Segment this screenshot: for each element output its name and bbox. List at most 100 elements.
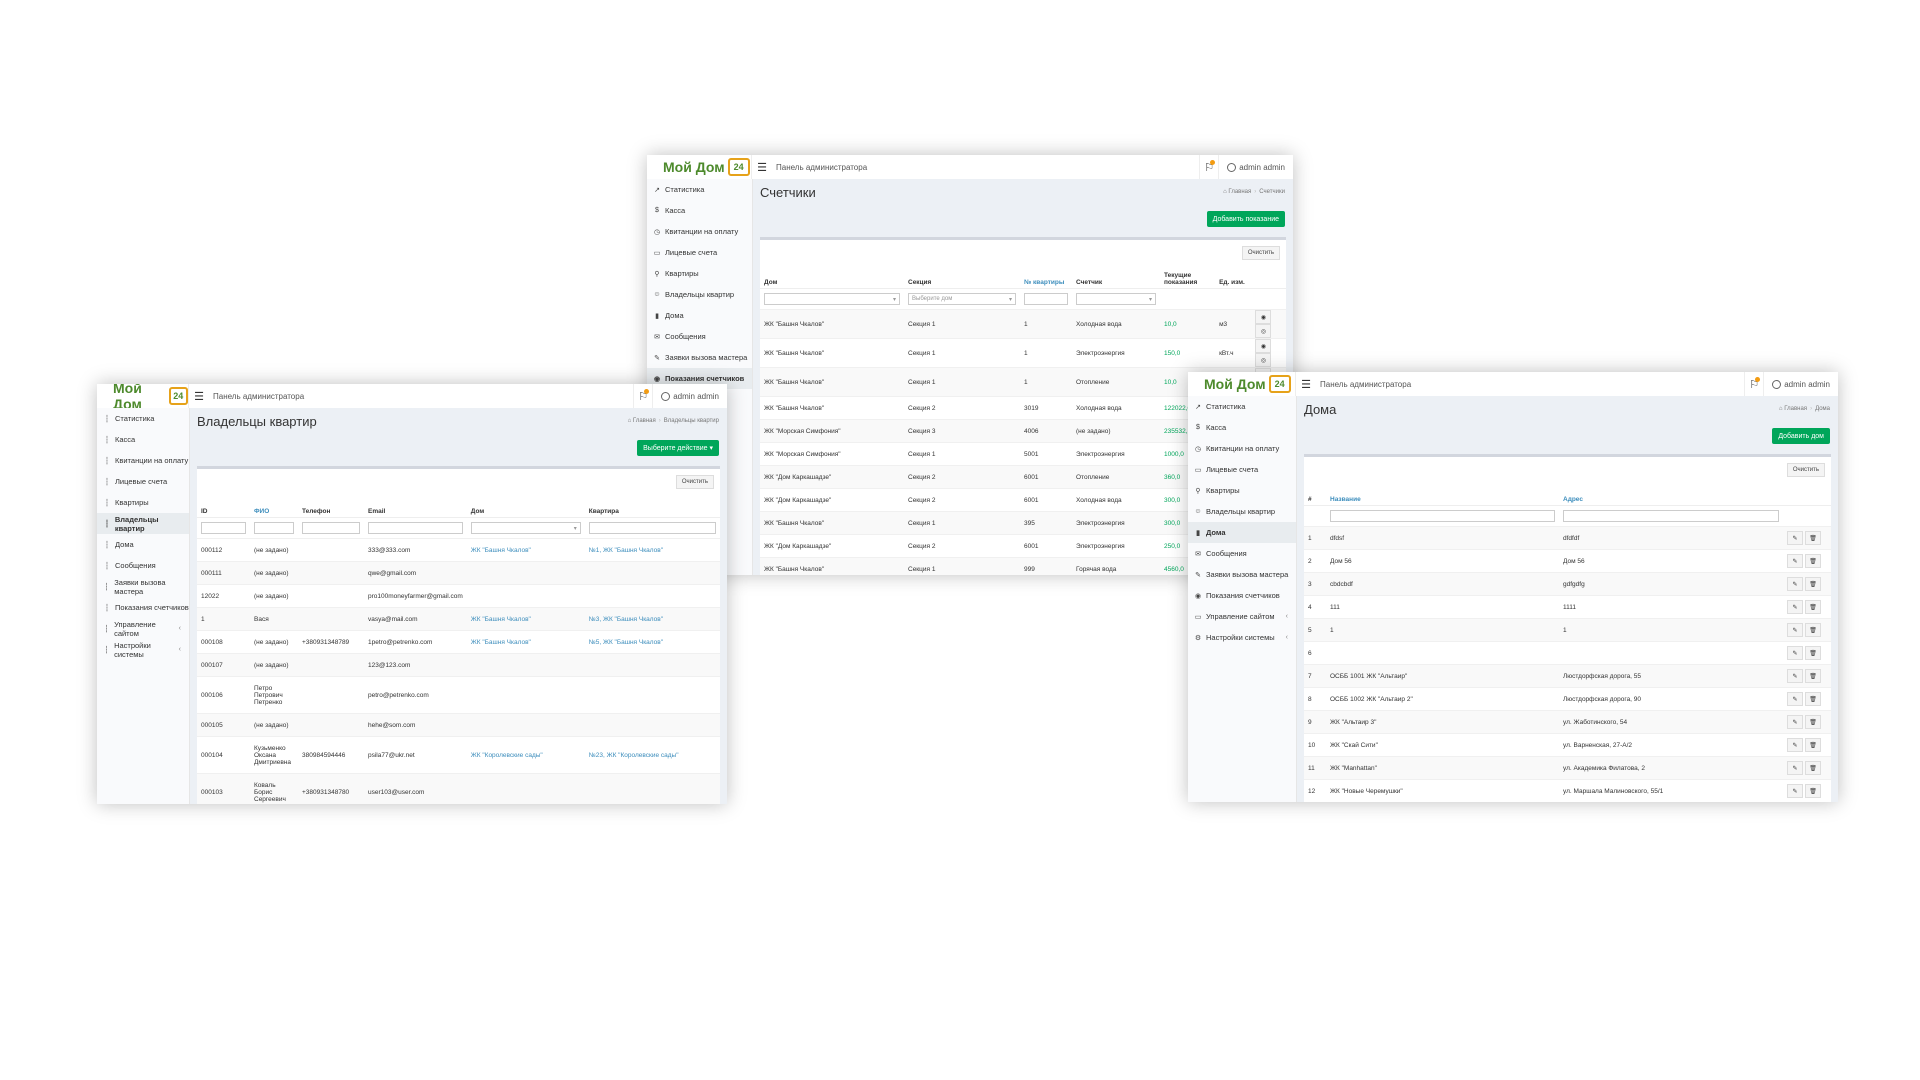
trash-icon[interactable]: 🗑 [1805, 715, 1821, 729]
sidebar-item[interactable]: ┆ Статистика [97, 408, 189, 429]
menu-toggle-icon[interactable]: ☰ [189, 390, 209, 403]
table-cell[interactable] [466, 561, 585, 585]
sidebar-item[interactable]: ◷ Квитанции на оплату [647, 221, 752, 242]
menu-toggle-icon[interactable]: ☰ [1296, 378, 1316, 391]
name-filter[interactable] [254, 522, 294, 534]
view-icon[interactable]: ◎ [1255, 324, 1272, 338]
edit-icon[interactable]: ✎ [1787, 577, 1803, 591]
sidebar-item[interactable]: ✉ Сообщения [647, 326, 752, 347]
table-row[interactable]: 6 ✎ 🗑 [1304, 641, 1831, 665]
table-row[interactable]: 000108 (не задано) +380931348789 1petro@pet… [197, 630, 720, 654]
table-row[interactable]: 000112 (не задано) 333@333.com ЖК "Башня Чк… [197, 538, 720, 562]
sidebar-item[interactable]: ◉ Показания счетчиков [1188, 585, 1296, 606]
trash-icon[interactable]: 🗑 [1805, 669, 1821, 683]
view-icon[interactable]: ◎ [1255, 353, 1272, 367]
table-row[interactable]: 000107 (не задано) 123@123.com [197, 653, 720, 677]
column-header[interactable]: Текущие показания [1160, 264, 1216, 289]
sidebar-item[interactable]: ✎ Заявки вызова мастера [647, 347, 752, 368]
table-row[interactable]: 5 1 1 ✎ 🗑 [1304, 618, 1831, 642]
table-cell[interactable] [584, 653, 720, 677]
trash-icon[interactable]: 🗑 [1805, 692, 1821, 706]
table-cell[interactable]: ЖК "Башня Чкалов" [466, 607, 585, 631]
table-row[interactable]: 000105 (не задано) hehe@som.com [197, 713, 720, 737]
section-filter[interactable]: Выберите дом ▾ [908, 293, 1016, 305]
sidebar-item[interactable]: ▮ Дома [647, 305, 752, 326]
sidebar-item[interactable]: ↗ Статистика [1188, 396, 1296, 417]
sidebar-item[interactable]: ┆ Квитанции на оплату [97, 450, 189, 471]
notifications-icon[interactable]: ⚐ [1744, 372, 1763, 396]
add-house-button[interactable]: Добавить дом [1772, 428, 1830, 444]
table-cell[interactable] [584, 713, 720, 737]
sidebar-item[interactable]: ▭ Управление сайтом ‹ [1188, 606, 1296, 627]
sidebar-item[interactable]: $ Касса [647, 200, 752, 221]
table-row[interactable]: 4 111 1111 ✎ 🗑 [1304, 595, 1831, 619]
notifications-icon[interactable]: ⚐ [1199, 155, 1218, 179]
house-filter[interactable]: ▾ [764, 293, 900, 305]
sidebar-item[interactable]: ┆ Владельцы квартир [97, 513, 189, 534]
table-row[interactable]: 1 Вася vasya@mail.com ЖК "Башня Чкалов" №3, … [197, 607, 720, 631]
edit-icon[interactable]: ✎ [1787, 623, 1803, 637]
table-row[interactable]: 000106 Петро Петрович Петренко petro@petre… [197, 676, 720, 714]
sidebar-item[interactable]: ◷ Квитанции на оплату [1188, 438, 1296, 459]
notifications-icon[interactable]: ⚐ [633, 384, 652, 408]
column-header[interactable]: Email [364, 493, 467, 518]
edit-icon[interactable]: ✎ [1787, 554, 1803, 568]
column-header[interactable]: ID [197, 493, 250, 518]
apartment-filter[interactable] [588, 522, 716, 534]
table-row[interactable]: 10 ЖК "Скай Сити" ул. Варненская, 27-А/2 ✎ 🗑 [1304, 733, 1831, 757]
trash-icon[interactable]: 🗑 [1805, 577, 1821, 591]
sidebar-item[interactable]: ┆ Настройки системы ‹ [97, 639, 189, 660]
table-cell[interactable] [466, 584, 585, 608]
edit-icon[interactable]: ✎ [1787, 531, 1803, 545]
column-header[interactable]: № квартиры [1020, 264, 1072, 289]
house-filter[interactable]: ▾ [470, 522, 581, 534]
table-cell[interactable] [466, 713, 585, 737]
sidebar-item[interactable]: ┆ Показания счетчиков [97, 597, 189, 618]
column-header[interactable]: Название [1326, 481, 1559, 506]
column-header[interactable]: Секция [904, 264, 1020, 289]
table-row[interactable]: 7 ОСББ 1001 ЖК "Альтаир" Люстдорфская доро… [1304, 664, 1831, 688]
clear-filters-button[interactable]: Очистить [1241, 246, 1280, 260]
name-filter[interactable] [1330, 510, 1555, 522]
sidebar-item[interactable]: ⚙ Настройки системы ‹ [1188, 627, 1296, 648]
sidebar-item[interactable]: ┆ Касса [97, 429, 189, 450]
sidebar-item[interactable]: ⚲ Квартиры [1188, 480, 1296, 501]
add-reading-button[interactable]: Добавить показание [1206, 211, 1285, 227]
edit-icon[interactable]: ✎ [1787, 600, 1803, 614]
meter-icon[interactable]: ◉ [1255, 310, 1272, 324]
edit-icon[interactable]: ✎ [1787, 646, 1803, 660]
edit-icon[interactable]: ✎ [1787, 715, 1803, 729]
table-cell[interactable]: №3, ЖК "Башня Чкалов" [584, 607, 720, 631]
column-header[interactable]: Счетчик [1072, 264, 1160, 289]
table-row[interactable]: 9 ЖК "Альтаир 3" ул. Жаботинского, 54 ✎ 🗑 [1304, 710, 1831, 734]
trash-icon[interactable]: 🗑 [1805, 623, 1821, 637]
trash-icon[interactable]: 🗑 [1805, 531, 1821, 545]
trash-icon[interactable]: 🗑 [1805, 600, 1821, 614]
table-cell[interactable]: №23, ЖК "Королевские сады" [584, 736, 720, 774]
table-row[interactable]: 12 ЖК "Новые Черемушки" ул. Маршала Малино… [1304, 779, 1831, 802]
user-menu[interactable]: admin admin [652, 384, 727, 408]
edit-icon[interactable]: ✎ [1787, 692, 1803, 706]
table-cell[interactable] [584, 561, 720, 585]
sidebar-item[interactable]: ┆ Заявки вызова мастера [97, 576, 189, 597]
sidebar-item[interactable]: ☺ Владельцы квартир [647, 284, 752, 305]
table-cell[interactable]: ЖК "Башня Чкалов" [466, 538, 585, 562]
table-row[interactable]: 2 Дом 56 Дом 56 ✎ 🗑 [1304, 549, 1831, 573]
column-header[interactable]: Дом [466, 493, 585, 518]
logo[interactable]: Мой Дом 24 [97, 384, 189, 412]
meter-icon[interactable]: ◉ [1255, 339, 1272, 353]
table-cell[interactable] [466, 653, 585, 677]
sidebar-item[interactable]: ✎ Заявки вызова мастера [1188, 564, 1296, 585]
logo[interactable]: Мой Дом 24 [647, 155, 752, 179]
table-row[interactable]: 11 ЖК "Manhattan" ул. Академика Филатова, … [1304, 756, 1831, 780]
sidebar-item[interactable]: ┆ Квартиры [97, 492, 189, 513]
phone-filter[interactable] [302, 522, 360, 534]
table-cell[interactable]: №5, ЖК "Башня Чкалов" [584, 630, 720, 654]
trash-icon[interactable]: 🗑 [1805, 761, 1821, 775]
edit-icon[interactable]: ✎ [1787, 761, 1803, 775]
table-row[interactable]: 000103 Коваль Борис Сергеевич +38093134878… [197, 773, 720, 804]
address-filter[interactable] [1563, 510, 1779, 522]
table-row[interactable]: 000111 (не задано) qwe@gmail.com [197, 561, 720, 585]
table-cell[interactable] [584, 584, 720, 608]
table-cell[interactable]: ЖК "Башня Чкалов" [466, 630, 585, 654]
